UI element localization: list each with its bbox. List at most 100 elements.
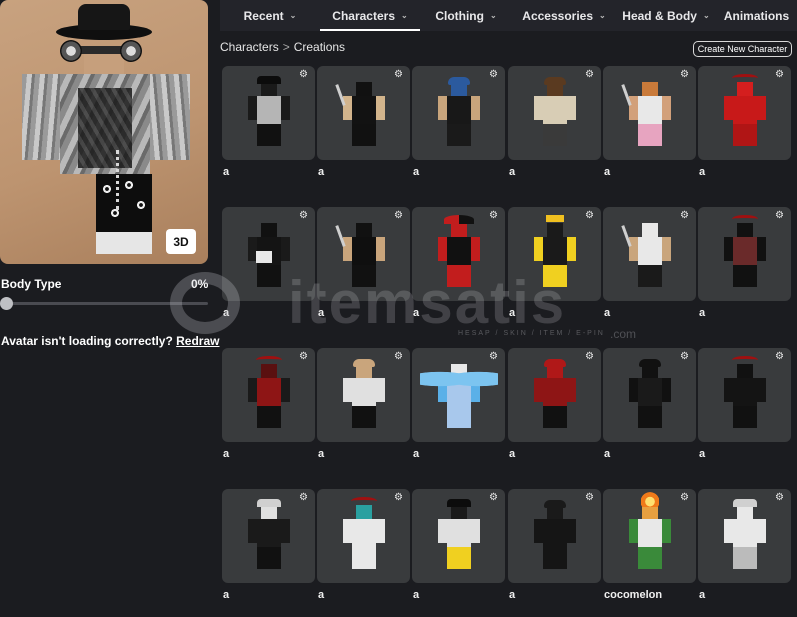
figure-legs — [732, 124, 757, 146]
gear-icon[interactable]: ⚙ — [489, 352, 499, 362]
tab-accessories[interactable]: Accessories ⌄ — [512, 0, 616, 31]
gear-icon[interactable]: ⚙ — [489, 493, 499, 503]
gear-icon[interactable]: ⚙ — [775, 70, 785, 80]
gear-icon[interactable]: ⚙ — [585, 493, 595, 503]
character-thumbnail[interactable]: ⚙ — [317, 489, 410, 583]
gear-icon[interactable]: ⚙ — [680, 70, 690, 80]
figure-head — [736, 223, 753, 237]
character-thumbnail[interactable]: ⚙ — [412, 66, 505, 160]
gear-icon[interactable]: ⚙ — [299, 70, 309, 80]
gear-icon[interactable]: ⚙ — [299, 352, 309, 362]
character-card[interactable]: ⚙ a — [698, 489, 791, 601]
character-card[interactable]: ⚙ a — [412, 348, 505, 460]
figure-legs — [351, 406, 376, 428]
figure-legs — [542, 547, 567, 569]
gear-icon[interactable]: ⚙ — [394, 70, 404, 80]
character-thumbnail[interactable]: ⚙ — [412, 489, 505, 583]
character-card[interactable]: ⚙ a — [508, 348, 601, 460]
gear-icon[interactable]: ⚙ — [394, 211, 404, 221]
character-thumbnail[interactable]: ⚙ — [222, 66, 315, 160]
body-type-slider[interactable] — [0, 297, 208, 310]
gear-icon[interactable]: ⚙ — [775, 211, 785, 221]
character-thumbnail[interactable]: ⚙ — [698, 66, 791, 160]
character-card[interactable]: ⚙ a — [222, 489, 315, 601]
tab-recent[interactable]: Recent ⌄ — [220, 0, 320, 31]
figure-left-arm — [723, 378, 733, 402]
character-thumbnail[interactable]: ⚙ — [698, 489, 791, 583]
character-card[interactable]: ⚙ a — [317, 207, 410, 319]
redraw-link[interactable]: Redraw — [176, 334, 219, 348]
gear-icon[interactable]: ⚙ — [775, 493, 785, 503]
avatar-preview[interactable]: 3D — [0, 0, 208, 264]
character-card[interactable]: ⚙ a — [317, 489, 410, 601]
character-card[interactable]: ⚙ a — [412, 66, 505, 178]
character-thumbnail[interactable]: ⚙ — [603, 348, 696, 442]
tab-clothing[interactable]: Clothing ⌄ — [420, 0, 512, 31]
tab-label: Recent — [243, 8, 284, 23]
character-card[interactable]: ⚙ a — [698, 66, 791, 178]
breadcrumb-parent[interactable]: Characters — [220, 40, 279, 54]
character-card[interactable]: ⚙ a — [698, 348, 791, 460]
gear-icon[interactable]: ⚙ — [394, 493, 404, 503]
avatar-torso-print — [78, 88, 132, 168]
character-card[interactable]: ⚙ a — [222, 348, 315, 460]
character-thumbnail[interactable]: ⚙ — [698, 207, 791, 301]
gear-icon[interactable]: ⚙ — [394, 352, 404, 362]
character-card[interactable]: ⚙ a — [412, 489, 505, 601]
figure-torso — [637, 519, 662, 547]
character-card[interactable]: ⚙ a — [317, 66, 410, 178]
gear-icon[interactable]: ⚙ — [585, 211, 595, 221]
character-card[interactable]: ⚙ a — [222, 207, 315, 319]
character-card[interactable]: ⚙ a — [412, 207, 505, 319]
character-thumbnail[interactable]: ⚙ — [412, 207, 505, 301]
character-thumbnail[interactable]: ⚙ — [317, 348, 410, 442]
character-card[interactable]: ⚙ a — [508, 207, 601, 319]
character-name: a — [509, 307, 516, 319]
character-thumbnail[interactable]: ⚙ — [698, 348, 791, 442]
figure-right-arm — [566, 96, 576, 120]
gear-icon[interactable]: ⚙ — [585, 70, 595, 80]
character-thumbnail[interactable]: ⚙ — [603, 66, 696, 160]
character-card[interactable]: ⚙ a — [603, 66, 696, 178]
character-thumbnail[interactable]: ⚙ — [222, 348, 315, 442]
character-card[interactable]: ⚙ a — [508, 489, 601, 601]
character-card[interactable]: ⚙ a — [222, 66, 315, 178]
character-thumbnail[interactable]: ⚙ — [222, 489, 315, 583]
gear-icon[interactable]: ⚙ — [299, 211, 309, 221]
character-name: a — [699, 589, 706, 601]
character-thumbnail[interactable]: ⚙ — [222, 207, 315, 301]
character-card[interactable]: ⚙ a — [603, 348, 696, 460]
character-thumbnail[interactable]: ⚙ — [508, 489, 601, 583]
character-card[interactable]: ⚙ a — [508, 66, 601, 178]
character-figure — [434, 499, 484, 573]
create-new-character-button[interactable]: Create New Character — [693, 41, 792, 57]
character-thumbnail[interactable]: ⚙ — [603, 207, 696, 301]
gear-icon[interactable]: ⚙ — [585, 352, 595, 362]
character-card[interactable]: ⚙ a — [603, 207, 696, 319]
gear-icon[interactable]: ⚙ — [489, 211, 499, 221]
character-thumbnail[interactable]: ⚙ — [603, 489, 696, 583]
character-thumbnail[interactable]: ⚙ — [508, 348, 601, 442]
view-3d-button[interactable]: 3D — [166, 229, 196, 254]
character-card[interactable]: ⚙ cocomelon — [603, 489, 696, 601]
gear-icon[interactable]: ⚙ — [680, 493, 690, 503]
tab-animations[interactable]: Animations — [716, 0, 797, 31]
gear-icon[interactable]: ⚙ — [680, 352, 690, 362]
character-thumbnail[interactable]: ⚙ — [412, 348, 505, 442]
character-card[interactable]: ⚙ a — [317, 348, 410, 460]
gear-icon[interactable]: ⚙ — [489, 70, 499, 80]
body-type-slider-thumb[interactable] — [0, 297, 13, 310]
hair-accessory — [447, 77, 470, 85]
gear-icon[interactable]: ⚙ — [775, 352, 785, 362]
character-card[interactable]: ⚙ a — [698, 207, 791, 319]
character-thumbnail[interactable]: ⚙ — [317, 207, 410, 301]
gear-icon[interactable]: ⚙ — [680, 211, 690, 221]
tab-characters[interactable]: Characters ⌄ — [320, 0, 420, 31]
character-thumbnail[interactable]: ⚙ — [508, 207, 601, 301]
figure-torso — [351, 519, 376, 547]
character-thumbnail[interactable]: ⚙ — [317, 66, 410, 160]
tab-head-and-body[interactable]: Head & Body ⌄ — [616, 0, 716, 31]
character-thumbnail[interactable]: ⚙ — [508, 66, 601, 160]
gear-icon[interactable]: ⚙ — [299, 493, 309, 503]
tab-label: Head & Body — [622, 8, 697, 23]
